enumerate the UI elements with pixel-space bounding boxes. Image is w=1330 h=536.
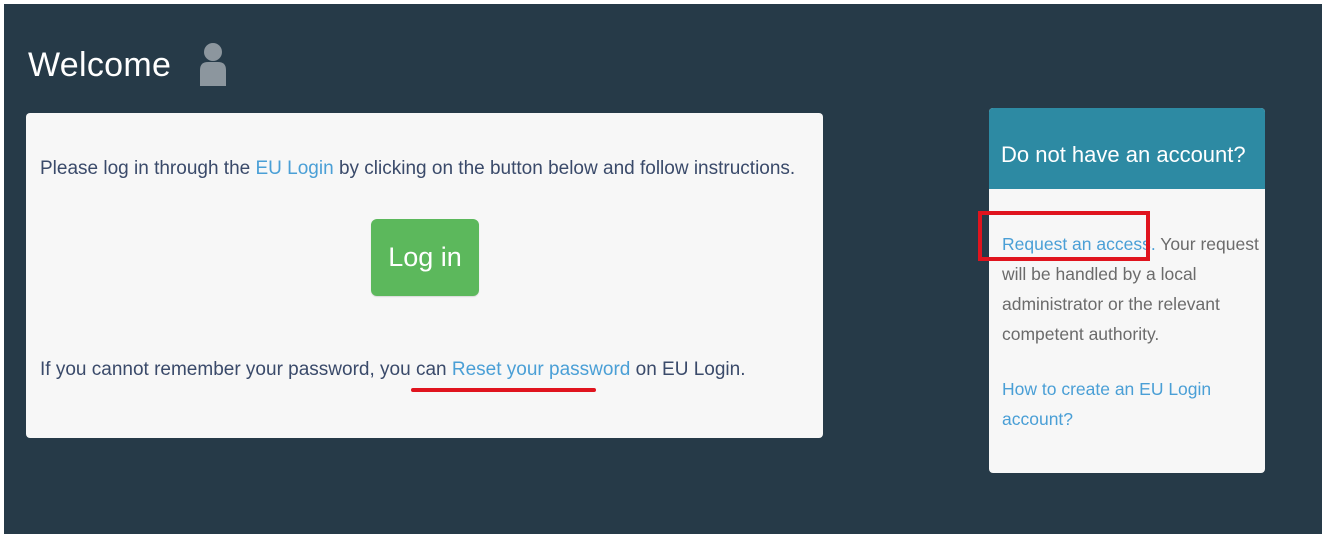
page-title: Welcome	[28, 46, 172, 84]
login-panel: Please log in through the EU Login by cl…	[26, 113, 823, 438]
how-to-create-account-link[interactable]: How to create an EU Login account?	[1002, 379, 1211, 429]
reset-password-text: If you cannot remember your password, yo…	[40, 359, 745, 381]
login-instructions: Please log in through the EU Login by cl…	[40, 158, 795, 180]
eu-login-link[interactable]: EU Login	[256, 158, 334, 179]
intro-suffix-text: by clicking on the button below and foll…	[333, 158, 796, 179]
intro-prefix-text: Please log in through the	[40, 158, 256, 179]
account-panel-title: Do not have an account?	[1001, 142, 1246, 167]
account-panel: Do not have an account? Request an acces…	[989, 108, 1265, 473]
howto-paragraph: How to create an EU Login account?	[1002, 374, 1242, 434]
reset-password-link[interactable]: Reset your password	[452, 359, 630, 380]
account-panel-header: Do not have an account?	[989, 108, 1265, 189]
user-icon	[200, 43, 226, 86]
reset-suffix-text: on EU Login.	[630, 359, 746, 380]
login-button[interactable]: Log in	[371, 219, 479, 296]
reset-underline-annotation	[411, 388, 596, 392]
reset-prefix-text: If you cannot remember your password, yo…	[40, 359, 452, 380]
request-access-highlight-annotation	[978, 211, 1150, 261]
page-background: Welcome Please log in through the EU Log…	[4, 4, 1322, 534]
